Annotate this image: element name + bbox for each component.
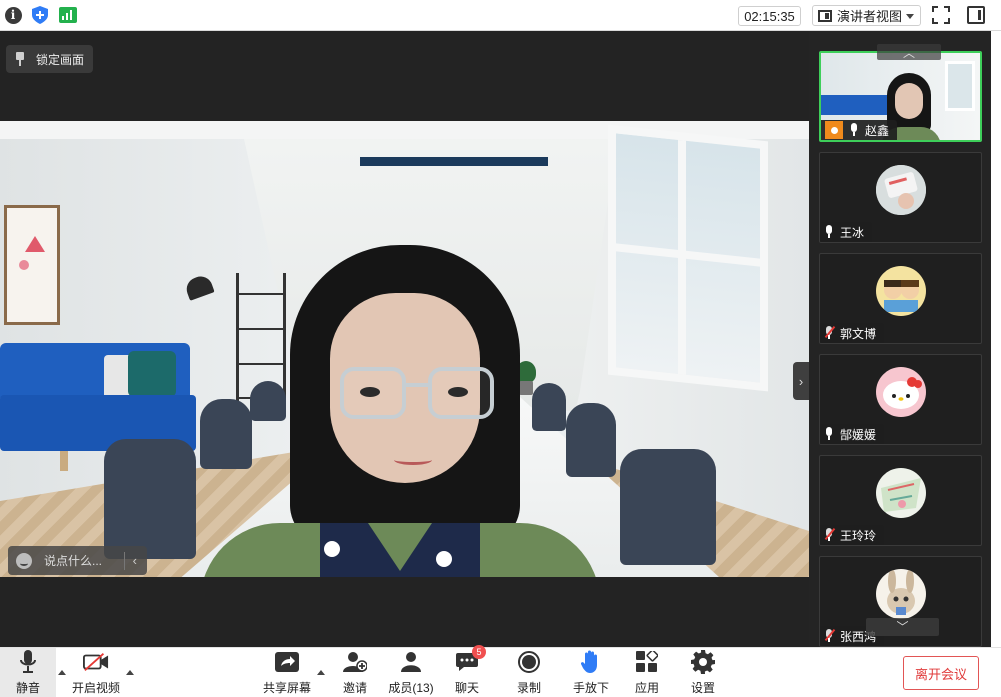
view-mode-dropdown[interactable]: 演讲者视图 xyxy=(812,5,921,26)
unread-badge: 5 xyxy=(472,645,486,659)
participant-name: 郭文博 xyxy=(840,326,877,341)
ceiling-light xyxy=(360,157,548,166)
top-bar: i 02:15:35 演讲者视图 xyxy=(0,0,1001,31)
participant-tile[interactable]: 郜媛媛 xyxy=(819,354,982,445)
apps-button[interactable]: 应用 xyxy=(630,648,664,697)
chat-input-placeholder[interactable]: 说点什么... xyxy=(44,552,102,569)
avatar xyxy=(876,468,926,518)
pin-label: 锁定画面 xyxy=(36,52,85,67)
avatar xyxy=(876,367,926,417)
participant-tile[interactable]: 郭文博 xyxy=(819,253,982,344)
collapse-panel-handle[interactable]: › xyxy=(793,362,809,400)
participant-tile[interactable]: 王玲玲 xyxy=(819,455,982,546)
room-window xyxy=(608,124,768,392)
participant-tile[interactable]: 王冰 xyxy=(819,152,982,243)
chat-button[interactable]: 5 聊天 xyxy=(450,645,486,697)
scroll-up-button[interactable]: ︿ xyxy=(877,44,941,60)
scroll-down-button[interactable]: ﹀ xyxy=(866,618,939,636)
members-icon xyxy=(398,649,424,675)
info-icon[interactable]: i xyxy=(4,6,22,24)
share-screen-icon xyxy=(274,649,300,675)
pin-video-button[interactable]: 锁定画面 xyxy=(6,45,94,73)
chevron-left-icon[interactable]: ‹ xyxy=(133,553,137,568)
microphone-icon xyxy=(824,225,834,239)
avatar xyxy=(876,266,926,316)
participant-panel: 赵鑫 王冰 郭文博 郜媛媛 王玲玲 张西鸿 xyxy=(809,31,991,647)
view-mode-label: 演讲者视图 xyxy=(837,9,903,24)
gear-icon xyxy=(690,649,716,675)
panel-scrollbar[interactable] xyxy=(991,31,1001,647)
microphone-icon xyxy=(849,123,859,137)
avatar xyxy=(876,165,926,215)
microphone-icon xyxy=(824,427,834,441)
speaker-view-icon xyxy=(818,9,832,22)
meeting-window: i 02:15:35 演讲者视图 锁定画面 说点什么... ‹ › 赵鑫 王冰 … xyxy=(0,0,1001,697)
chat-icon: 5 xyxy=(454,645,486,675)
mute-button[interactable]: 静音 xyxy=(0,648,56,697)
raise-hand-icon xyxy=(578,649,604,675)
video-options-caret[interactable] xyxy=(126,670,134,675)
speaker-person xyxy=(200,245,600,577)
avatar xyxy=(876,569,926,619)
signal-strength-icon[interactable] xyxy=(59,6,77,24)
microphone-muted-icon xyxy=(824,628,836,643)
fullscreen-icon[interactable] xyxy=(932,6,950,24)
quick-chat-bar[interactable]: 说点什么... ‹ xyxy=(8,546,147,575)
lower-hand-button[interactable]: 手放下 xyxy=(572,648,610,697)
microphone-muted-icon xyxy=(824,325,836,340)
speaker-video xyxy=(0,121,809,577)
video-off-icon xyxy=(83,649,109,675)
participant-name: 王冰 xyxy=(840,225,865,240)
microphone-icon xyxy=(15,649,41,675)
apps-grid-icon xyxy=(634,649,660,675)
record-icon xyxy=(516,649,542,675)
share-options-caret[interactable] xyxy=(317,670,325,675)
main-video-area: 锁定画面 说点什么... ‹ › xyxy=(0,31,809,647)
settings-button[interactable]: 设置 xyxy=(686,648,720,697)
meeting-timer: 02:15:35 xyxy=(738,6,801,26)
mute-options-caret[interactable] xyxy=(58,670,66,675)
sidebar-toggle-icon[interactable] xyxy=(967,6,985,24)
bottom-toolbar: 静音 开启视频 共享屏幕 邀请 成员(13) 5 聊天 录制 手放下 应用 设置… xyxy=(0,645,1001,697)
participant-name: 王玲玲 xyxy=(840,528,877,543)
members-button[interactable]: 成员(13) xyxy=(386,648,436,697)
participant-name: 郜媛媛 xyxy=(840,427,877,442)
add-person-icon xyxy=(342,649,368,675)
avatar xyxy=(895,83,923,119)
invite-button[interactable]: 邀请 xyxy=(338,648,372,697)
record-button[interactable]: 录制 xyxy=(512,648,546,697)
host-icon xyxy=(825,121,843,139)
wall-painting xyxy=(4,205,60,325)
share-screen-button[interactable]: 共享屏幕 xyxy=(262,648,312,697)
start-video-button[interactable]: 开启视频 xyxy=(70,648,122,697)
participant-tile[interactable]: 赵鑫 xyxy=(819,51,982,142)
leave-meeting-button[interactable]: 离开会议 xyxy=(903,656,979,690)
participant-name: 赵鑫 xyxy=(865,123,890,138)
emoji-icon[interactable] xyxy=(16,552,32,569)
pin-icon xyxy=(14,52,26,66)
chevron-down-icon xyxy=(906,14,914,19)
shield-icon[interactable] xyxy=(31,6,49,24)
microphone-muted-icon xyxy=(824,527,836,542)
